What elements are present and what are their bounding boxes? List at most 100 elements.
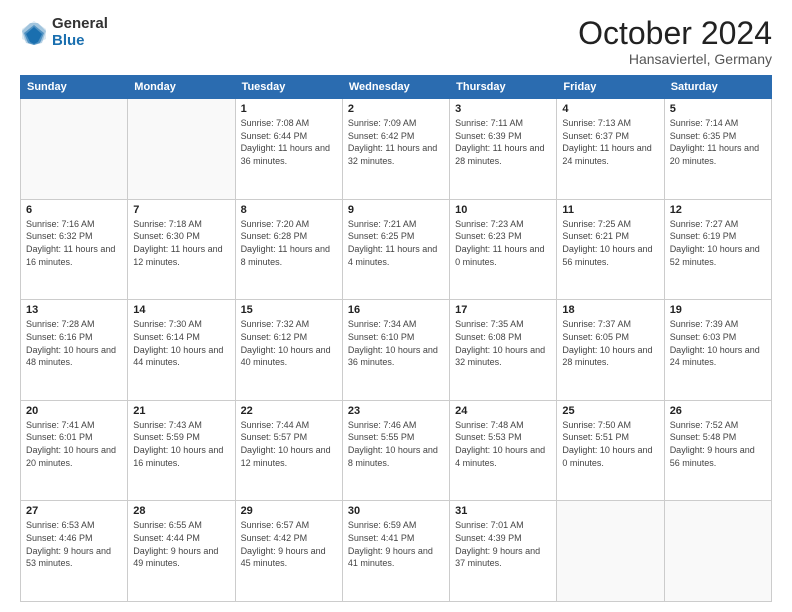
header-wednesday: Wednesday bbox=[342, 76, 449, 99]
day-info: Sunrise: 7:08 AM Sunset: 6:44 PM Dayligh… bbox=[241, 117, 337, 167]
day-number: 19 bbox=[670, 304, 766, 316]
day-number: 25 bbox=[562, 405, 658, 417]
calendar-cell-w2-d6: 19 Sunrise: 7:39 AM Sunset: 6:03 PM Dayli… bbox=[664, 300, 771, 401]
day-number: 9 bbox=[348, 204, 444, 216]
day-info: Sunrise: 7:28 AM Sunset: 6:16 PM Dayligh… bbox=[26, 318, 122, 368]
day-number: 31 bbox=[455, 505, 551, 517]
calendar-cell-w2-d2: 15Sunrise: 7:32 AM Sunset: 6:12 PM Dayli… bbox=[235, 300, 342, 401]
day-info: Sunrise: 7:11 AM Sunset: 6:39 PM Dayligh… bbox=[455, 117, 551, 167]
header-friday: Friday bbox=[557, 76, 664, 99]
day-number: 7 bbox=[133, 204, 229, 216]
day-info: Sunrise: 7:43 AM Sunset: 5:59 PM Dayligh… bbox=[133, 419, 229, 469]
calendar-cell-w1-d1: 7 Sunrise: 7:18 AM Sunset: 6:30 PM Daylig… bbox=[128, 199, 235, 300]
day-info: Sunrise: 7:37 AM Sunset: 6:05 PM Dayligh… bbox=[562, 318, 658, 368]
calendar-cell-w0-d6: 5 Sunrise: 7:14 AM Sunset: 6:35 PM Daylig… bbox=[664, 99, 771, 200]
day-info: Sunrise: 7:27 AM Sunset: 6:19 PM Dayligh… bbox=[670, 218, 766, 268]
day-number: 15 bbox=[241, 304, 337, 316]
calendar-week-3: 20 Sunrise: 7:41 AM Sunset: 6:01 PM Dayli… bbox=[21, 400, 772, 501]
calendar-cell-w4-d5 bbox=[557, 501, 664, 602]
day-info: Sunrise: 7:41 AM Sunset: 6:01 PM Dayligh… bbox=[26, 419, 122, 469]
calendar-cell-w3-d3: 23 Sunrise: 7:46 AM Sunset: 5:55 PM Dayli… bbox=[342, 400, 449, 501]
day-number: 2 bbox=[348, 103, 444, 115]
calendar-cell-w1-d2: 8 Sunrise: 7:20 AM Sunset: 6:28 PM Daylig… bbox=[235, 199, 342, 300]
calendar-cell-w0-d2: 1 Sunrise: 7:08 AM Sunset: 6:44 PM Daylig… bbox=[235, 99, 342, 200]
header-sunday: Sunday bbox=[21, 76, 128, 99]
day-info: Sunrise: 7:25 AM Sunset: 6:21 PM Dayligh… bbox=[562, 218, 658, 268]
day-number: 3 bbox=[455, 103, 551, 115]
day-number: 1 bbox=[241, 103, 337, 115]
calendar-cell-w0-d4: 3 Sunrise: 7:11 AM Sunset: 6:39 PM Daylig… bbox=[450, 99, 557, 200]
day-number: 10 bbox=[455, 204, 551, 216]
day-info: Sunrise: 7:14 AM Sunset: 6:35 PM Dayligh… bbox=[670, 117, 766, 167]
calendar-cell-w3-d4: 24 Sunrise: 7:48 AM Sunset: 5:53 PM Dayli… bbox=[450, 400, 557, 501]
day-number: 24 bbox=[455, 405, 551, 417]
day-info: Sunrise: 7:18 AM Sunset: 6:30 PM Dayligh… bbox=[133, 218, 229, 268]
day-info: Sunrise: 7:48 AM Sunset: 5:53 PM Dayligh… bbox=[455, 419, 551, 469]
calendar-cell-w0-d3: 2 Sunrise: 7:09 AM Sunset: 6:42 PM Daylig… bbox=[342, 99, 449, 200]
day-info: Sunrise: 7:46 AM Sunset: 5:55 PM Dayligh… bbox=[348, 419, 444, 469]
day-info: Sunrise: 6:59 AM Sunset: 4:41 PM Dayligh… bbox=[348, 519, 444, 569]
calendar-cell-w4-d4: 31 Sunrise: 7:01 AM Sunset: 4:39 PM Dayli… bbox=[450, 501, 557, 602]
day-info: Sunrise: 7:50 AM Sunset: 5:51 PM Dayligh… bbox=[562, 419, 658, 469]
day-number: 23 bbox=[348, 405, 444, 417]
calendar-cell-w0-d5: 4Sunrise: 7:13 AM Sunset: 6:37 PM Daylig… bbox=[557, 99, 664, 200]
calendar-cell-w2-d4: 17Sunrise: 7:35 AM Sunset: 6:08 PM Dayli… bbox=[450, 300, 557, 401]
calendar-header-row: Sunday Monday Tuesday Wednesday Thursday… bbox=[21, 76, 772, 99]
logo-blue: Blue bbox=[52, 33, 108, 50]
logo-general: General bbox=[52, 16, 108, 33]
calendar-week-4: 27 Sunrise: 6:53 AM Sunset: 4:46 PM Dayli… bbox=[21, 501, 772, 602]
day-info: Sunrise: 7:23 AM Sunset: 6:23 PM Dayligh… bbox=[455, 218, 551, 268]
day-number: 5 bbox=[670, 103, 766, 115]
day-info: Sunrise: 7:16 AM Sunset: 6:32 PM Dayligh… bbox=[26, 218, 122, 268]
day-number: 21 bbox=[133, 405, 229, 417]
day-info: Sunrise: 6:55 AM Sunset: 4:44 PM Dayligh… bbox=[133, 519, 229, 569]
day-info: Sunrise: 7:20 AM Sunset: 6:28 PM Dayligh… bbox=[241, 218, 337, 268]
day-info: Sunrise: 7:21 AM Sunset: 6:25 PM Dayligh… bbox=[348, 218, 444, 268]
calendar-cell-w4-d0: 27 Sunrise: 6:53 AM Sunset: 4:46 PM Dayli… bbox=[21, 501, 128, 602]
day-info: Sunrise: 7:01 AM Sunset: 4:39 PM Dayligh… bbox=[455, 519, 551, 569]
day-info: Sunrise: 7:09 AM Sunset: 6:42 PM Dayligh… bbox=[348, 117, 444, 167]
day-number: 14 bbox=[133, 304, 229, 316]
calendar-cell-w0-d0 bbox=[21, 99, 128, 200]
header-thursday: Thursday bbox=[450, 76, 557, 99]
calendar-cell-w3-d1: 21 Sunrise: 7:43 AM Sunset: 5:59 PM Dayli… bbox=[128, 400, 235, 501]
day-info: Sunrise: 7:13 AM Sunset: 6:37 PM Dayligh… bbox=[562, 117, 658, 167]
logo-text: General Blue bbox=[52, 16, 108, 49]
day-info: Sunrise: 7:30 AM Sunset: 6:14 PM Dayligh… bbox=[133, 318, 229, 368]
day-number: 12 bbox=[670, 204, 766, 216]
logo-icon bbox=[20, 19, 48, 47]
title-block: October 2024 Hansaviertel, Germany bbox=[578, 16, 772, 67]
day-info: Sunrise: 7:44 AM Sunset: 5:57 PM Dayligh… bbox=[241, 419, 337, 469]
calendar-cell-w1-d5: 11Sunrise: 7:25 AM Sunset: 6:21 PM Dayli… bbox=[557, 199, 664, 300]
month-title: October 2024 bbox=[578, 16, 772, 51]
day-number: 16 bbox=[348, 304, 444, 316]
day-info: Sunrise: 7:39 AM Sunset: 6:03 PM Dayligh… bbox=[670, 318, 766, 368]
day-info: Sunrise: 7:34 AM Sunset: 6:10 PM Dayligh… bbox=[348, 318, 444, 368]
calendar-cell-w1-d3: 9 Sunrise: 7:21 AM Sunset: 6:25 PM Daylig… bbox=[342, 199, 449, 300]
day-number: 22 bbox=[241, 405, 337, 417]
calendar-cell-w3-d0: 20 Sunrise: 7:41 AM Sunset: 6:01 PM Dayli… bbox=[21, 400, 128, 501]
day-number: 8 bbox=[241, 204, 337, 216]
header-monday: Monday bbox=[128, 76, 235, 99]
day-number: 29 bbox=[241, 505, 337, 517]
calendar-table: Sunday Monday Tuesday Wednesday Thursday… bbox=[20, 75, 772, 602]
day-info: Sunrise: 6:53 AM Sunset: 4:46 PM Dayligh… bbox=[26, 519, 122, 569]
calendar-cell-w2-d5: 18Sunrise: 7:37 AM Sunset: 6:05 PM Dayli… bbox=[557, 300, 664, 401]
calendar-cell-w0-d1 bbox=[128, 99, 235, 200]
day-number: 27 bbox=[26, 505, 122, 517]
header-saturday: Saturday bbox=[664, 76, 771, 99]
calendar-cell-w4-d3: 30 Sunrise: 6:59 AM Sunset: 4:41 PM Dayli… bbox=[342, 501, 449, 602]
day-info: Sunrise: 6:57 AM Sunset: 4:42 PM Dayligh… bbox=[241, 519, 337, 569]
day-number: 28 bbox=[133, 505, 229, 517]
day-info: Sunrise: 7:35 AM Sunset: 6:08 PM Dayligh… bbox=[455, 318, 551, 368]
day-number: 13 bbox=[26, 304, 122, 316]
calendar-week-2: 13 Sunrise: 7:28 AM Sunset: 6:16 PM Dayli… bbox=[21, 300, 772, 401]
day-number: 30 bbox=[348, 505, 444, 517]
location: Hansaviertel, Germany bbox=[578, 51, 772, 67]
day-number: 20 bbox=[26, 405, 122, 417]
day-number: 26 bbox=[670, 405, 766, 417]
calendar-cell-w1-d0: 6Sunrise: 7:16 AM Sunset: 6:32 PM Daylig… bbox=[21, 199, 128, 300]
calendar-cell-w3-d6: 26Sunrise: 7:52 AM Sunset: 5:48 PM Dayli… bbox=[664, 400, 771, 501]
calendar-week-1: 6Sunrise: 7:16 AM Sunset: 6:32 PM Daylig… bbox=[21, 199, 772, 300]
calendar-week-0: 1 Sunrise: 7:08 AM Sunset: 6:44 PM Daylig… bbox=[21, 99, 772, 200]
